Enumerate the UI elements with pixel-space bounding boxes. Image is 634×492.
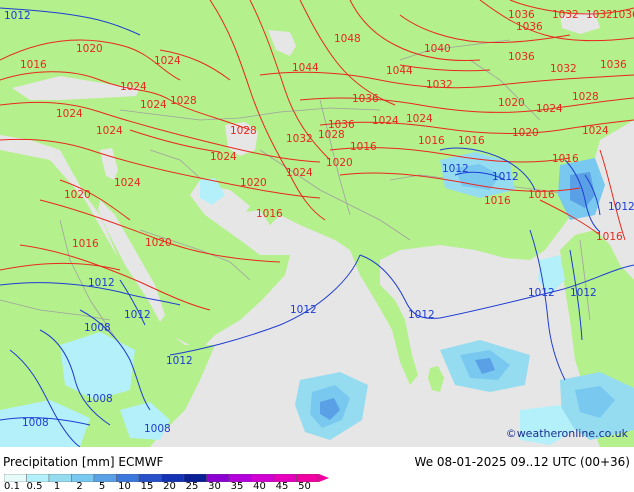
isobar-label: 1012 (442, 163, 469, 175)
isobar-label: 1024 (406, 113, 433, 125)
isobar-label: 1012 (290, 304, 317, 316)
isobar-label: 1028 (318, 129, 345, 141)
isobar-label: 1012 (124, 309, 151, 321)
isobar-label: 1020 (498, 97, 525, 109)
isobar-label: 1020 (64, 189, 91, 201)
isobar-label: 1016 (20, 59, 47, 71)
isobar-label: 1036 (508, 51, 535, 63)
isobar-label: 1008 (84, 322, 111, 334)
legend-label: 10 (118, 481, 131, 492)
isobar-label: 1012 (166, 355, 193, 367)
isobar-label: 1016 (350, 141, 377, 153)
legend-label: 45 (275, 481, 289, 492)
isobar-label: 1016 (484, 195, 511, 207)
isobar-label: 1040 (424, 43, 451, 55)
isobar-label: 1028 (170, 95, 197, 107)
isobar-label: 1048 (334, 33, 361, 45)
isobar-label: 1012 (408, 309, 435, 321)
isobar-label: 1008 (144, 423, 171, 435)
isobar-label: 1044 (292, 62, 319, 74)
isobar-label: 1032 (426, 79, 453, 91)
isobar-label: 1016 (256, 208, 283, 220)
isobar-label: 1020 (145, 237, 172, 249)
isobar-label: 1012 (88, 277, 115, 289)
isobar-label: 1012 (4, 10, 31, 22)
legend-label: 1 (53, 481, 61, 492)
isobar-label: 1016 (528, 189, 555, 201)
forecast-datetime: We 08-01-2025 09..12 UTC (00+36) (414, 455, 630, 469)
isobar-label: 1036 (600, 59, 627, 71)
isobar-label: 1024 (114, 177, 141, 189)
legend-label: 15 (140, 481, 154, 492)
isobar-label: 1036 (352, 93, 379, 105)
footer: ©weatheronline.co.uk Precipitation [mm] … (0, 427, 634, 492)
legend-swatch (48, 474, 72, 482)
isobar-label: 1016 (596, 231, 623, 243)
legend-label: 0.5 (26, 481, 43, 492)
isobar-label: 1028 (572, 91, 599, 103)
isobar-label: 1008 (22, 417, 49, 429)
legend-label: 0.1 (4, 481, 20, 492)
isobar-label: 1024 (154, 55, 181, 67)
isobar-label: 1012 (492, 171, 519, 183)
isobar-label: 1032 (550, 63, 577, 75)
legend-label: 2 (76, 481, 83, 492)
legend-label: 50 (298, 481, 311, 492)
legend-label: 5 (98, 481, 106, 492)
isobar-label: 1032 (586, 9, 613, 21)
isobar-label: 1044 (386, 65, 413, 77)
isobar-label: 1016 (418, 135, 445, 147)
isobar-label: 1028 (230, 125, 257, 137)
isobar-label: 1024 (96, 125, 123, 137)
isobar-label: 1024 (372, 115, 399, 127)
isobar-label: 1024 (582, 125, 609, 137)
isobar-label: 1012 (528, 287, 555, 299)
isobar-label: 1036 (516, 21, 543, 33)
isobar-label: 1024 (120, 81, 147, 93)
map-canvas: 1012 1020 1016 1024 1024 1024 1028 1024 … (0, 0, 634, 447)
isobar-label: 1024 (140, 99, 167, 111)
isobar-label: 1012 (608, 201, 634, 213)
isobar-label: 1008 (86, 393, 113, 405)
legend-label: 35 (230, 481, 244, 492)
isobar-label: 1020 (240, 177, 267, 189)
isobar-label: 1036 (508, 9, 535, 21)
legend-swatch (93, 474, 117, 482)
isobar-label: 1032 (552, 9, 579, 21)
isobar-label: 1012 (570, 287, 597, 299)
legend-swatch (71, 474, 95, 482)
legend-label: 25 (185, 481, 199, 492)
legend-label: 20 (163, 481, 176, 492)
legend-label: 30 (208, 481, 221, 492)
isobar-label: 1016 (552, 153, 579, 165)
isobar-label: 1016 (72, 238, 99, 250)
isobar-label: 1020 (76, 43, 103, 55)
weather-map: 1012 1020 1016 1024 1024 1024 1028 1024 … (0, 0, 634, 447)
legend-arrow (319, 474, 329, 482)
credit-link[interactable]: ©weatheronline.co.uk (506, 427, 628, 440)
isobar-label: 1024 (286, 167, 313, 179)
isobar-label: 1024 (56, 108, 83, 120)
isobar-label: 1036 (612, 9, 634, 21)
legend-label: 40 (253, 481, 266, 492)
isobar-label: 1020 (512, 127, 539, 139)
isobar-label: 1032 (286, 133, 313, 145)
map-title: Precipitation [mm] ECMWF (3, 455, 164, 469)
isobar-label: 1024 (210, 151, 237, 163)
isobar-label: 1016 (458, 135, 485, 147)
isobar-label: 1024 (536, 103, 563, 115)
isobar-label: 1020 (326, 157, 353, 169)
